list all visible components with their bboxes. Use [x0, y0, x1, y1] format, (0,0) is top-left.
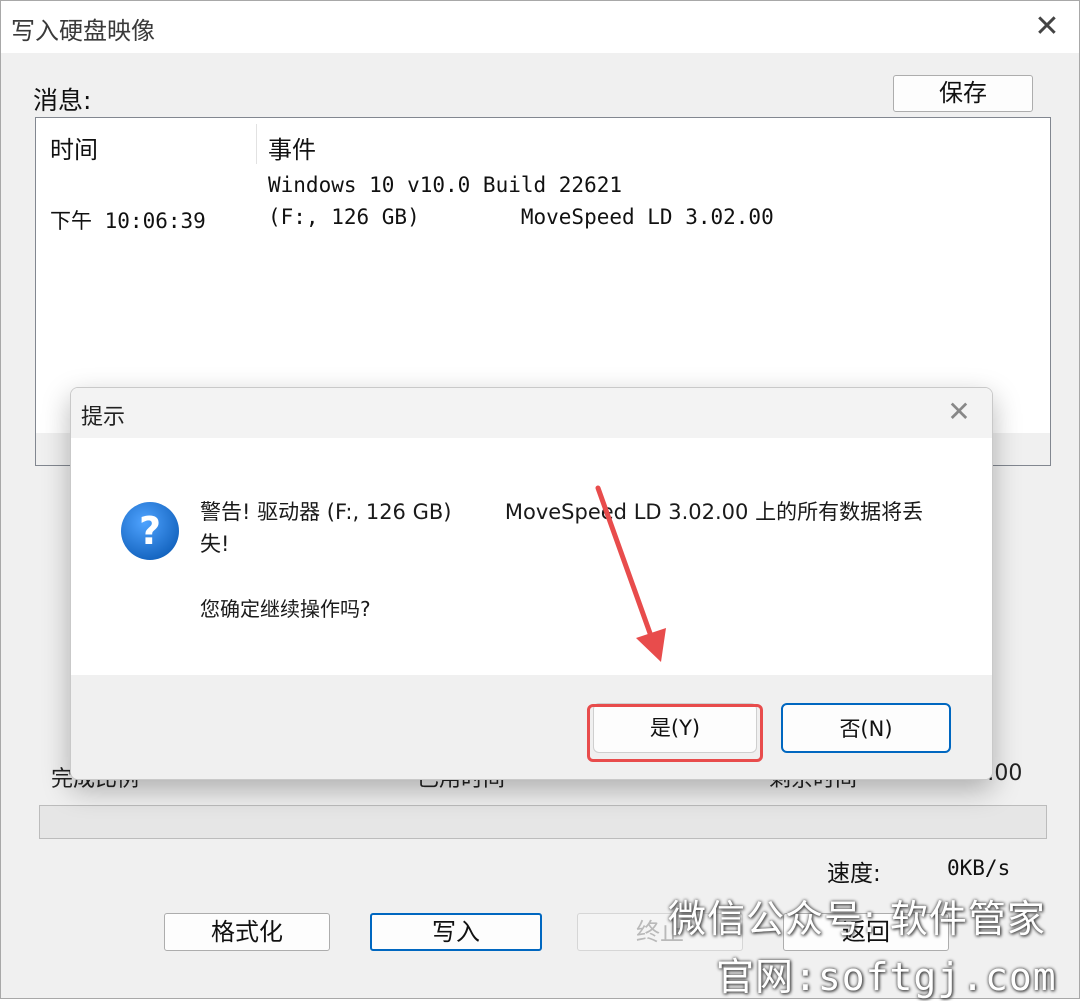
arrow-shaft [595, 485, 659, 653]
watermark-line1: 微信公众号: 软件管家 [668, 897, 1046, 941]
annotation-arrow [595, 485, 666, 662]
watermark-line2: 官网:softgj.com [716, 955, 1057, 999]
arrow-head [636, 628, 666, 662]
